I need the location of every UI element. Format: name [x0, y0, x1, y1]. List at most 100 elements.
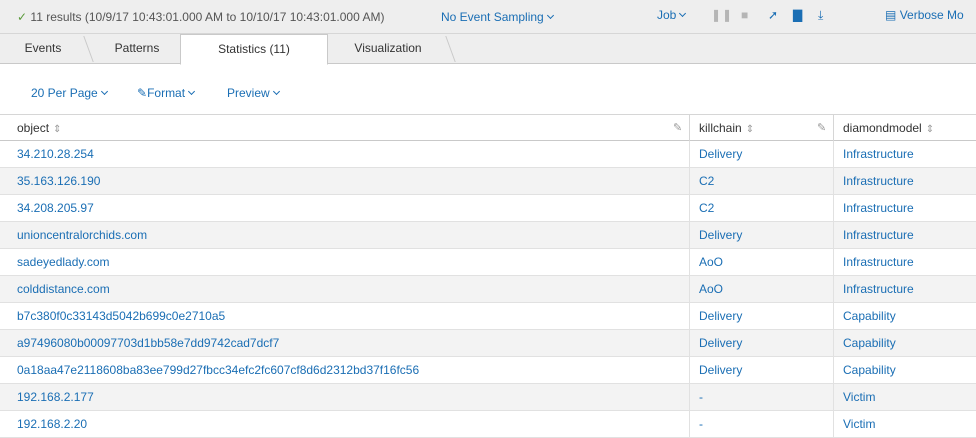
- killchain-cell[interactable]: C2: [699, 168, 714, 194]
- column-divider: [833, 411, 834, 437]
- table-row: 0a18aa47e2118608ba83ee799d27fbcc34efc2fc…: [0, 357, 976, 384]
- killchain-cell[interactable]: Delivery: [699, 357, 742, 383]
- sort-icon[interactable]: ⇕: [53, 117, 61, 143]
- object-cell[interactable]: b7c380f0c33143d5042b699c0e2710a5: [17, 303, 225, 329]
- diamondmodel-cell[interactable]: Infrastructure: [843, 276, 914, 302]
- diamondmodel-cell[interactable]: Capability: [843, 330, 896, 356]
- killchain-cell[interactable]: AoO: [699, 276, 723, 302]
- object-cell[interactable]: 34.210.28.254: [17, 141, 94, 167]
- preview-label: Preview: [227, 86, 270, 100]
- share-icon[interactable]: ➚: [768, 8, 778, 22]
- object-cell[interactable]: 34.208.205.97: [17, 195, 94, 221]
- column-divider: [833, 168, 834, 194]
- diamondmodel-cell[interactable]: Infrastructure: [843, 222, 914, 248]
- killchain-cell[interactable]: Delivery: [699, 330, 742, 356]
- object-cell[interactable]: 0a18aa47e2118608ba83ee799d27fbcc34efc2fc…: [17, 357, 419, 383]
- format-dropdown[interactable]: ✎Format: [137, 86, 196, 100]
- column-divider: [833, 115, 834, 141]
- stop-icon[interactable]: ■: [741, 8, 748, 22]
- job-label: Job: [657, 8, 677, 22]
- column-divider: [689, 384, 690, 410]
- preview-dropdown[interactable]: Preview: [227, 86, 280, 100]
- results-table-body: 34.210.28.254 Delivery Infrastructure 35…: [0, 141, 976, 438]
- column-divider: [689, 195, 690, 221]
- column-divider: [689, 141, 690, 167]
- event-sampling-dropdown[interactable]: No Event Sampling: [441, 10, 554, 24]
- column-header-label: diamondmodel: [843, 121, 922, 135]
- killchain-cell[interactable]: Delivery: [699, 303, 742, 329]
- table-row: b7c380f0c33143d5042b699c0e2710a5 Deliver…: [0, 303, 976, 330]
- object-cell[interactable]: 192.168.2.20: [17, 411, 87, 437]
- column-divider: [689, 303, 690, 329]
- tab-events[interactable]: Events: [0, 34, 86, 64]
- column-divider: [689, 222, 690, 248]
- column-header-label: killchain: [699, 121, 742, 135]
- sort-icon[interactable]: ⇕: [926, 117, 934, 143]
- table-header: object ⇕ ✎ killchain ⇕ ✎ diamondmodel ⇕: [0, 114, 976, 141]
- search-mode-label: Verbose Mo: [899, 8, 964, 22]
- tab-statistics[interactable]: Statistics (11): [180, 34, 328, 65]
- tab-label: Events: [24, 41, 62, 55]
- table-row: 35.163.126.190 C2 Infrastructure: [0, 168, 976, 195]
- print-icon[interactable]: ▇: [793, 8, 802, 22]
- table-row: unioncentralorchids.com Delivery Infrast…: [0, 222, 976, 249]
- object-cell[interactable]: a97496080b00097703d1bb58e7dd9742cad7dcf7: [17, 330, 279, 356]
- table-row: sadeyedlady.com AoO Infrastructure: [0, 249, 976, 276]
- table-row: colddistance.com AoO Infrastructure: [0, 276, 976, 303]
- pause-icon[interactable]: ❚❚: [711, 8, 733, 22]
- format-label: Format: [147, 86, 186, 100]
- column-divider: [689, 357, 690, 383]
- table-row: a97496080b00097703d1bb58e7dd9742cad7dcf7…: [0, 330, 976, 357]
- column-divider: [833, 276, 834, 302]
- diamondmodel-cell[interactable]: Victim: [843, 384, 875, 410]
- diamondmodel-cell[interactable]: Capability: [843, 303, 896, 329]
- chevron-down-icon: [546, 11, 554, 20]
- column-header-diamondmodel[interactable]: diamondmodel ⇕: [843, 115, 934, 141]
- column-divider: [689, 249, 690, 275]
- tab-visualization[interactable]: Visualization: [328, 34, 448, 64]
- tab-patterns[interactable]: Patterns: [92, 34, 182, 64]
- killchain-cell[interactable]: -: [699, 384, 703, 410]
- killchain-cell[interactable]: AoO: [699, 249, 723, 275]
- column-divider: [833, 330, 834, 356]
- killchain-cell[interactable]: Delivery: [699, 222, 742, 248]
- diamondmodel-cell[interactable]: Infrastructure: [843, 195, 914, 221]
- event-sampling-label: No Event Sampling: [441, 10, 544, 24]
- diamondmodel-cell[interactable]: Victim: [843, 411, 875, 437]
- diamondmodel-cell[interactable]: Infrastructure: [843, 141, 914, 167]
- per-page-dropdown[interactable]: 20 Per Page: [31, 86, 108, 100]
- column-divider: [833, 303, 834, 329]
- search-mode-dropdown[interactable]: ▤ Verbose Mo: [885, 8, 964, 22]
- diamondmodel-cell[interactable]: Infrastructure: [843, 168, 914, 194]
- column-divider: [833, 357, 834, 383]
- column-divider: [833, 195, 834, 221]
- column-divider: [689, 276, 690, 302]
- object-cell[interactable]: 35.163.126.190: [17, 168, 100, 194]
- diamondmodel-cell[interactable]: Capability: [843, 357, 896, 383]
- killchain-cell[interactable]: C2: [699, 195, 714, 221]
- object-cell[interactable]: sadeyedlady.com: [17, 249, 110, 275]
- column-divider: [833, 384, 834, 410]
- object-cell[interactable]: 192.168.2.177: [17, 384, 94, 410]
- sort-icon[interactable]: ⇕: [746, 117, 754, 143]
- column-header-label: object: [17, 121, 50, 135]
- killchain-cell[interactable]: -: [699, 411, 703, 437]
- diamondmodel-cell[interactable]: Infrastructure: [843, 249, 914, 275]
- object-cell[interactable]: unioncentralorchids.com: [17, 222, 147, 248]
- column-header-killchain[interactable]: killchain ⇕: [699, 115, 754, 141]
- column-header-object[interactable]: object ⇕: [17, 115, 61, 141]
- edit-column-icon[interactable]: ✎: [817, 121, 826, 134]
- checkmark-icon: ✓: [17, 10, 28, 24]
- chevron-down-icon: [100, 87, 108, 96]
- tab-label: Patterns: [114, 41, 160, 55]
- killchain-cell[interactable]: Delivery: [699, 141, 742, 167]
- job-menu-button[interactable]: Job: [657, 8, 687, 22]
- result-summary: ✓ 11 results (10/9/17 10:43:01.000 AM to…: [17, 10, 384, 24]
- object-cell[interactable]: colddistance.com: [17, 276, 110, 302]
- tab-label: Statistics (11): [218, 42, 290, 56]
- results-tabs: Events Patterns Statistics (11) Visualiz…: [0, 34, 976, 65]
- edit-column-icon[interactable]: ✎: [673, 121, 682, 134]
- export-icon[interactable]: ⤓: [818, 8, 823, 23]
- column-divider: [833, 249, 834, 275]
- chevron-down-icon: [679, 9, 687, 18]
